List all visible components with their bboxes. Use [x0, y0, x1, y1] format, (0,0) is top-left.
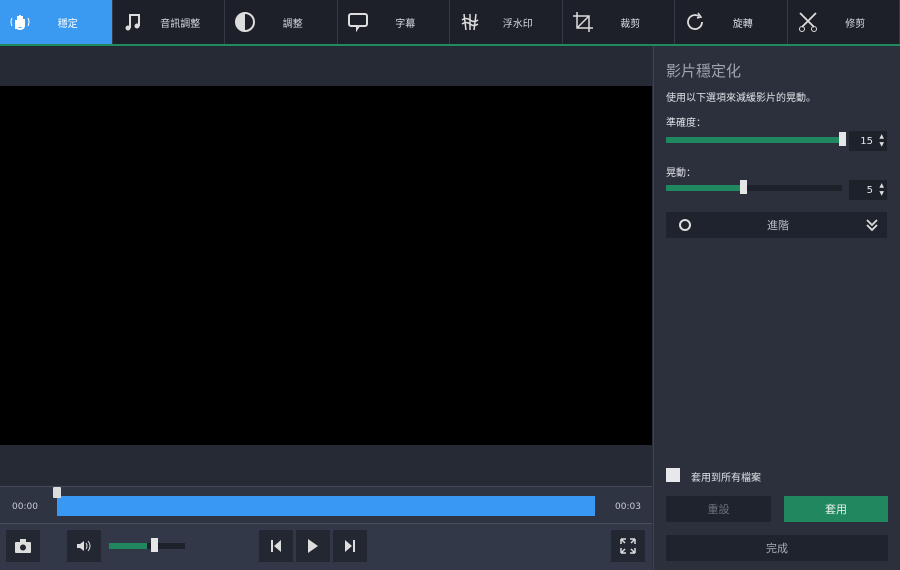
timeline-bar[interactable] — [57, 496, 595, 516]
fullscreen-icon — [620, 538, 636, 554]
reset-button[interactable]: 重設 — [666, 496, 771, 522]
tab-label: 音訊調整 — [160, 18, 201, 30]
tab-rotate[interactable]: 旋轉 — [675, 0, 788, 44]
advanced-section-toggle[interactable]: 進階 — [666, 212, 887, 238]
toolbar: 穩定 音訊調整 調整 字幕 浮水印 裁剪 旋轉 修剪 — [0, 0, 900, 46]
volume-button[interactable] — [67, 530, 101, 562]
shakiness-label: 晃動： — [666, 168, 696, 179]
rotate-icon — [675, 11, 715, 33]
apply-all-checkbox[interactable] — [666, 468, 680, 482]
tab-trim[interactable]: 修剪 — [788, 0, 900, 44]
contrast-icon — [225, 11, 265, 33]
play-icon — [308, 539, 318, 553]
advanced-label: 進階 — [767, 219, 789, 232]
time-end: 00:03 — [615, 502, 641, 512]
playhead-handle[interactable] — [53, 487, 61, 498]
tab-label: 修剪 — [845, 18, 866, 30]
skip-forward-icon — [345, 540, 355, 552]
crop-icon — [563, 11, 603, 33]
tab-label: 穩定 — [57, 18, 78, 30]
skip-back-icon — [271, 540, 281, 552]
circle-icon — [679, 219, 691, 231]
music-note-icon — [113, 12, 153, 32]
accuracy-slider[interactable] — [666, 132, 846, 146]
accuracy-knob[interactable] — [839, 132, 846, 146]
tab-audio[interactable]: 音訊調整 — [113, 0, 225, 44]
shakiness-spinbox[interactable]: 5 ▲ ▼ — [849, 180, 887, 200]
time-start: 00:00 — [12, 502, 38, 512]
apply-button[interactable]: 套用 — [784, 496, 888, 522]
done-button[interactable]: 完成 — [666, 535, 888, 561]
video-preview — [0, 86, 652, 445]
panel-description: 使用以下選項來減緩影片的晃動。 — [666, 93, 816, 104]
tab-label: 裁剪 — [620, 18, 641, 30]
play-button[interactable] — [296, 530, 330, 562]
tab-subtitles[interactable]: 字幕 — [338, 0, 450, 44]
speech-bubble-icon — [338, 11, 378, 33]
snapshot-button[interactable] — [6, 530, 40, 562]
tab-label: 浮水印 — [502, 18, 533, 30]
panel-title: 影片穩定化 — [666, 62, 742, 80]
tab-adjust[interactable]: 調整 — [225, 0, 338, 44]
camera-icon — [15, 539, 31, 553]
shakiness-slider[interactable] — [666, 180, 842, 194]
tab-label: 字幕 — [395, 18, 416, 30]
watermark-icon — [450, 11, 490, 33]
double-chevron-down-icon — [866, 219, 878, 232]
tab-label: 旋轉 — [732, 18, 753, 30]
volume-knob[interactable] — [151, 538, 158, 552]
apply-all-label: 套用到所有檔案 — [691, 473, 761, 484]
accuracy-label: 準確度： — [666, 118, 706, 129]
shakiness-value: 5 — [866, 184, 873, 196]
timeline[interactable]: 00:00 00:03 — [0, 486, 652, 524]
shakiness-knob[interactable] — [740, 180, 748, 194]
accuracy-value: 15 — [860, 135, 873, 147]
next-frame-button[interactable] — [333, 530, 367, 562]
tab-crop[interactable]: 裁剪 — [563, 0, 675, 44]
spin-arrows-icon[interactable]: ▲ ▼ — [879, 182, 884, 198]
stabilization-panel: 影片穩定化 使用以下選項來減緩影片的晃動。 準確度： 15 ▲ ▼ 晃動： 5 ▲ ▼ … — [653, 46, 900, 570]
speaker-icon — [77, 540, 91, 552]
previous-frame-button[interactable] — [259, 530, 293, 562]
volume-slider[interactable] — [109, 538, 185, 552]
fullscreen-button[interactable] — [611, 530, 645, 562]
player-controls — [0, 524, 652, 570]
accuracy-spinbox[interactable]: 15 ▲ ▼ — [849, 131, 887, 151]
tab-watermark[interactable]: 浮水印 — [450, 0, 563, 44]
stabilize-hand-icon — [0, 12, 40, 32]
tab-label: 調整 — [282, 18, 303, 30]
spin-arrows-icon[interactable]: ▲ ▼ — [879, 133, 884, 149]
tab-stabilize[interactable]: 穩定 — [0, 0, 113, 44]
scissors-icon — [788, 11, 828, 33]
player-area: 00:00 00:03 — [0, 46, 652, 570]
